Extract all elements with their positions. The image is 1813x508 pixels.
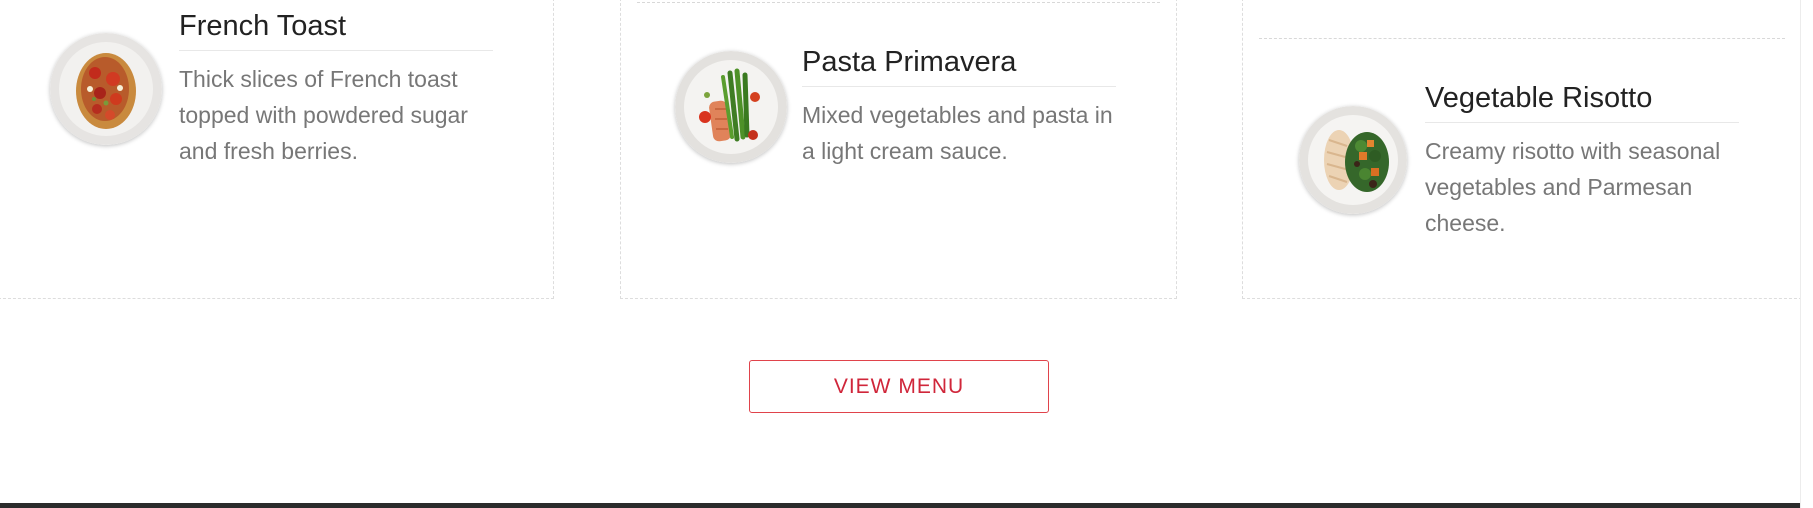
vegetable-risotto-image xyxy=(1299,106,1407,214)
menu-item-text: French Toast Thick slices of French toas… xyxy=(179,8,493,169)
menu-card-french-toast: French Toast Thick slices of French toas… xyxy=(0,0,554,299)
view-menu-button[interactable]: VIEW MENU xyxy=(749,360,1049,413)
menu-item-text: Vegetable Risotto Creamy risotto with se… xyxy=(1425,80,1739,241)
menu-card-pasta-primavera: Pasta Primavera Mixed vegetables and pas… xyxy=(620,0,1177,299)
divider xyxy=(637,2,1160,3)
menu-item-title: Pasta Primavera xyxy=(802,44,1116,87)
divider xyxy=(1259,38,1785,39)
menu-item-title: French Toast xyxy=(179,8,493,51)
menu-item-text: Pasta Primavera Mixed vegetables and pas… xyxy=(802,44,1116,169)
menu-item-title: Vegetable Risotto xyxy=(1425,80,1739,123)
scrollbar-track[interactable] xyxy=(1800,0,1813,508)
footer-top-edge xyxy=(0,503,1800,508)
menu-item-description: Mixed vegetables and pasta in a light cr… xyxy=(802,102,1113,164)
french-toast-image xyxy=(50,33,162,145)
menu-card-vegetable-risotto: Vegetable Risotto Creamy risotto with se… xyxy=(1242,0,1802,299)
menu-item-description: Thick slices of French toast topped with… xyxy=(179,66,468,164)
menu-section: French Toast Thick slices of French toas… xyxy=(0,0,1813,508)
menu-item-description: Creamy risotto with seasonal vegetables … xyxy=(1425,138,1721,236)
pasta-primavera-image xyxy=(675,51,787,163)
